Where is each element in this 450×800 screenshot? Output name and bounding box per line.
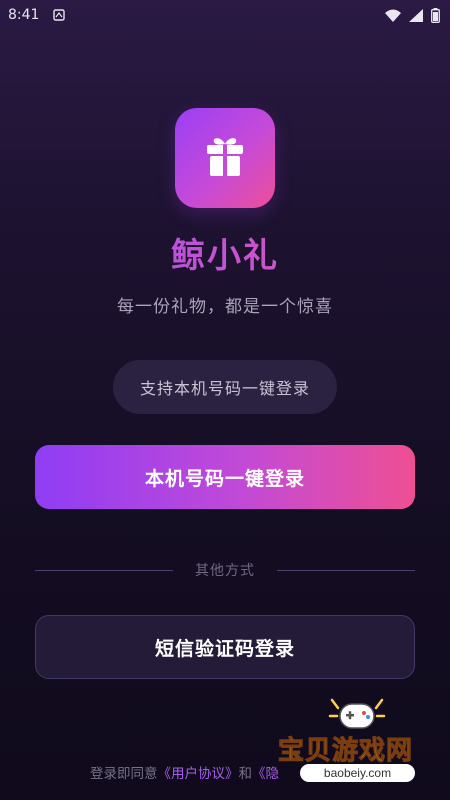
- wifi-icon: [385, 9, 401, 22]
- agreement-and: 和: [238, 766, 253, 782]
- divider-line-left: [35, 569, 173, 571]
- other-methods-divider: 其他方式: [35, 560, 415, 580]
- one-click-login-button[interactable]: 本机号码一键登录: [35, 445, 415, 509]
- battery-icon: [431, 7, 440, 23]
- notification-icon: [53, 9, 66, 21]
- gift-icon: [200, 131, 250, 185]
- user-agreement-link[interactable]: 《用户协议》: [158, 766, 239, 782]
- app-slogan: 每一份礼物，都是一个惊喜: [117, 297, 333, 317]
- phone-login-hint: 支持本机号码一键登录: [113, 360, 337, 414]
- agreement-prefix: 登录即同意: [90, 766, 158, 782]
- signal-icon: [409, 8, 423, 22]
- sms-login-button[interactable]: 短信验证码登录: [35, 615, 415, 679]
- watermark-url: baobeiy.com: [300, 764, 415, 782]
- status-bar: 8:41: [0, 0, 450, 30]
- agreement-text: 登录即同意《用户协议》和《隐: [90, 762, 290, 782]
- status-time: 8:41: [8, 7, 40, 23]
- app-name: 鲸小礼: [0, 228, 450, 277]
- other-methods-label: 其他方式: [195, 563, 255, 579]
- watermark-title: 宝贝游戏网: [277, 736, 414, 767]
- app-logo: [175, 108, 275, 208]
- watermark: 宝贝游戏网 baobeiy.com: [270, 692, 448, 792]
- divider-line-right: [277, 569, 415, 571]
